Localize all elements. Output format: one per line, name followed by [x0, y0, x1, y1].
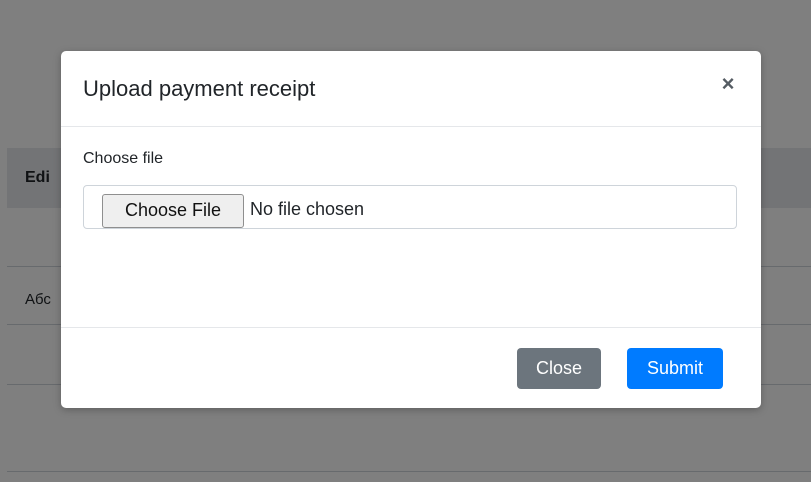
- close-button[interactable]: Close: [517, 348, 601, 389]
- modal-header: Upload payment receipt ×: [61, 51, 761, 127]
- modal-body: Choose file Choose File No file chosen: [61, 127, 761, 327]
- close-icon[interactable]: ×: [717, 73, 739, 95]
- modal-title: Upload payment receipt: [83, 76, 316, 101]
- page: Edi Абс Upload payment receipt × Choose …: [0, 0, 811, 482]
- modal-footer: Close Submit: [61, 327, 761, 409]
- choose-file-label: Choose file: [83, 150, 164, 167]
- upload-receipt-modal: Upload payment receipt × Choose file Cho…: [61, 51, 761, 408]
- submit-button[interactable]: Submit: [627, 348, 723, 389]
- choose-file-button[interactable]: Choose File: [102, 194, 244, 228]
- file-status-text: No file chosen: [250, 199, 365, 219]
- file-input[interactable]: Choose File No file chosen: [83, 185, 737, 229]
